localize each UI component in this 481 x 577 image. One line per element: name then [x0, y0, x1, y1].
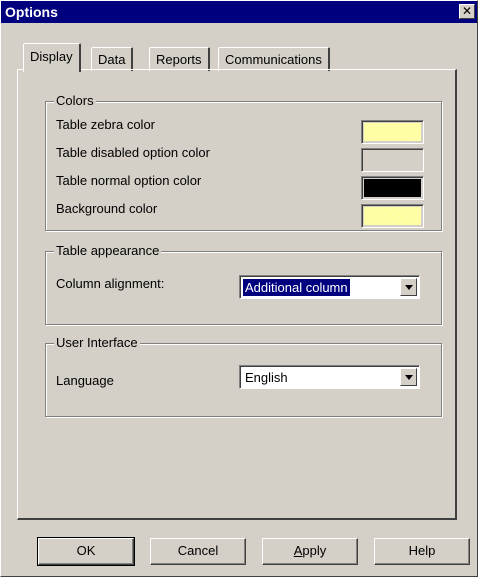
tab-communications-label: Communications — [225, 52, 322, 67]
background-color-label: Background color — [56, 201, 158, 216]
normal-color-fill — [364, 179, 421, 197]
apply-button[interactable]: Apply — [262, 538, 358, 565]
language-label: Language — [56, 373, 114, 388]
close-icon[interactable]: ✕ — [459, 4, 475, 19]
column-alignment-select[interactable]: Additional column — [239, 275, 420, 299]
tab-reports[interactable]: Reports — [149, 47, 210, 71]
disabled-color-fill — [364, 151, 421, 169]
disabled-color-label: Table disabled option color — [56, 145, 210, 160]
tab-data-label: Data — [98, 52, 126, 67]
zebra-color-swatch[interactable] — [361, 120, 424, 144]
tab-reports-label: Reports — [156, 52, 202, 67]
options-dialog: Options ✕ Display Data Reports Communica… — [0, 0, 478, 577]
user-interface-group: User Interface Language English — [45, 335, 442, 417]
column-alignment-label: Column alignment: — [56, 276, 165, 291]
tab-data[interactable]: Data — [91, 47, 134, 71]
chevron-down-icon[interactable] — [400, 368, 417, 386]
language-value: English — [245, 370, 288, 385]
column-alignment-value: Additional column — [242, 278, 351, 297]
user-interface-title: User Interface — [54, 335, 140, 350]
tab-display[interactable]: Display — [23, 43, 81, 72]
colors-group: Colors Table zebra color Table disabled … — [45, 93, 442, 231]
tab-communications[interactable]: Communications — [218, 47, 330, 71]
background-color-swatch[interactable] — [361, 204, 424, 228]
window-title: Options — [5, 4, 58, 20]
language-select[interactable]: English — [239, 365, 420, 389]
normal-color-swatch[interactable] — [361, 176, 424, 200]
table-appearance-group: Table appearance Column alignment: Addit… — [45, 243, 442, 325]
display-tab-panel: Colors Table zebra color Table disabled … — [17, 69, 457, 520]
help-button-label: Help — [408, 543, 436, 558]
help-button[interactable]: Help — [374, 538, 470, 565]
zebra-color-fill — [364, 123, 421, 141]
ok-button-label: OK — [76, 543, 96, 558]
cancel-button[interactable]: Cancel — [150, 538, 246, 565]
colors-group-title: Colors — [54, 93, 96, 108]
disabled-color-swatch[interactable] — [361, 148, 424, 172]
normal-color-label: Table normal option color — [56, 173, 202, 188]
ok-button[interactable]: OK — [37, 537, 135, 566]
apply-button-label: pply — [302, 543, 327, 558]
cancel-button-label: Cancel — [177, 543, 219, 558]
tab-display-label: Display — [30, 49, 73, 64]
title-bar[interactable]: Options ✕ — [1, 1, 477, 23]
chevron-down-icon[interactable] — [400, 278, 417, 296]
zebra-color-label: Table zebra color — [56, 117, 155, 132]
table-appearance-title: Table appearance — [54, 243, 162, 258]
background-color-fill — [364, 207, 421, 225]
